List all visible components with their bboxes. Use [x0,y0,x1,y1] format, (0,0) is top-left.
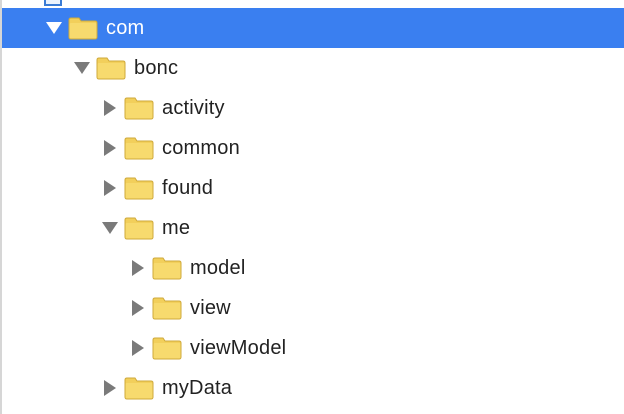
tree-item-me[interactable]: me [2,208,624,248]
folder-icon [124,97,154,120]
tree-item-label: viewModel [190,336,287,359]
tree-item-label: com [106,16,145,39]
folder-icon [152,257,182,280]
tree-item-com[interactable]: com [2,8,624,48]
tree-item-bonc[interactable]: bonc [2,48,624,88]
folder-icon [96,57,126,80]
tree-item-label: me [162,216,191,239]
disclosure-collapsed-icon[interactable] [98,176,122,200]
tree-item-view[interactable]: view [2,288,624,328]
tree-item-viewmodel[interactable]: viewModel [2,328,624,368]
previous-row-stub [2,0,624,8]
file-icon [44,0,62,6]
file-tree: com bonc activity common found me model … [0,0,624,414]
folder-icon [124,377,154,400]
tree-item-label: bonc [134,56,179,79]
tree-item-mydata[interactable]: myData [2,368,624,408]
tree-item-label: model [190,256,246,279]
disclosure-collapsed-icon[interactable] [98,136,122,160]
tree-item-model[interactable]: model [2,248,624,288]
tree-item-label: view [190,296,231,319]
folder-icon [124,177,154,200]
tree-item-found[interactable]: found [2,168,624,208]
disclosure-collapsed-icon[interactable] [98,376,122,400]
disclosure-collapsed-icon[interactable] [126,336,150,360]
disclosure-expanded-icon[interactable] [98,216,122,240]
disclosure-collapsed-icon[interactable] [98,96,122,120]
tree-item-label: found [162,176,214,199]
tree-item-label: myData [162,376,233,399]
tree-item-common[interactable]: common [2,128,624,168]
disclosure-collapsed-icon[interactable] [126,296,150,320]
tree-item-label: activity [162,96,225,119]
disclosure-expanded-icon[interactable] [42,16,66,40]
disclosure-collapsed-icon[interactable] [126,256,150,280]
folder-icon [124,137,154,160]
tree-item-label: common [162,136,240,159]
tree-item-activity[interactable]: activity [2,88,624,128]
folder-icon [152,297,182,320]
disclosure-expanded-icon[interactable] [70,56,94,80]
folder-icon [152,337,182,360]
folder-icon [124,217,154,240]
folder-icon [68,17,98,40]
